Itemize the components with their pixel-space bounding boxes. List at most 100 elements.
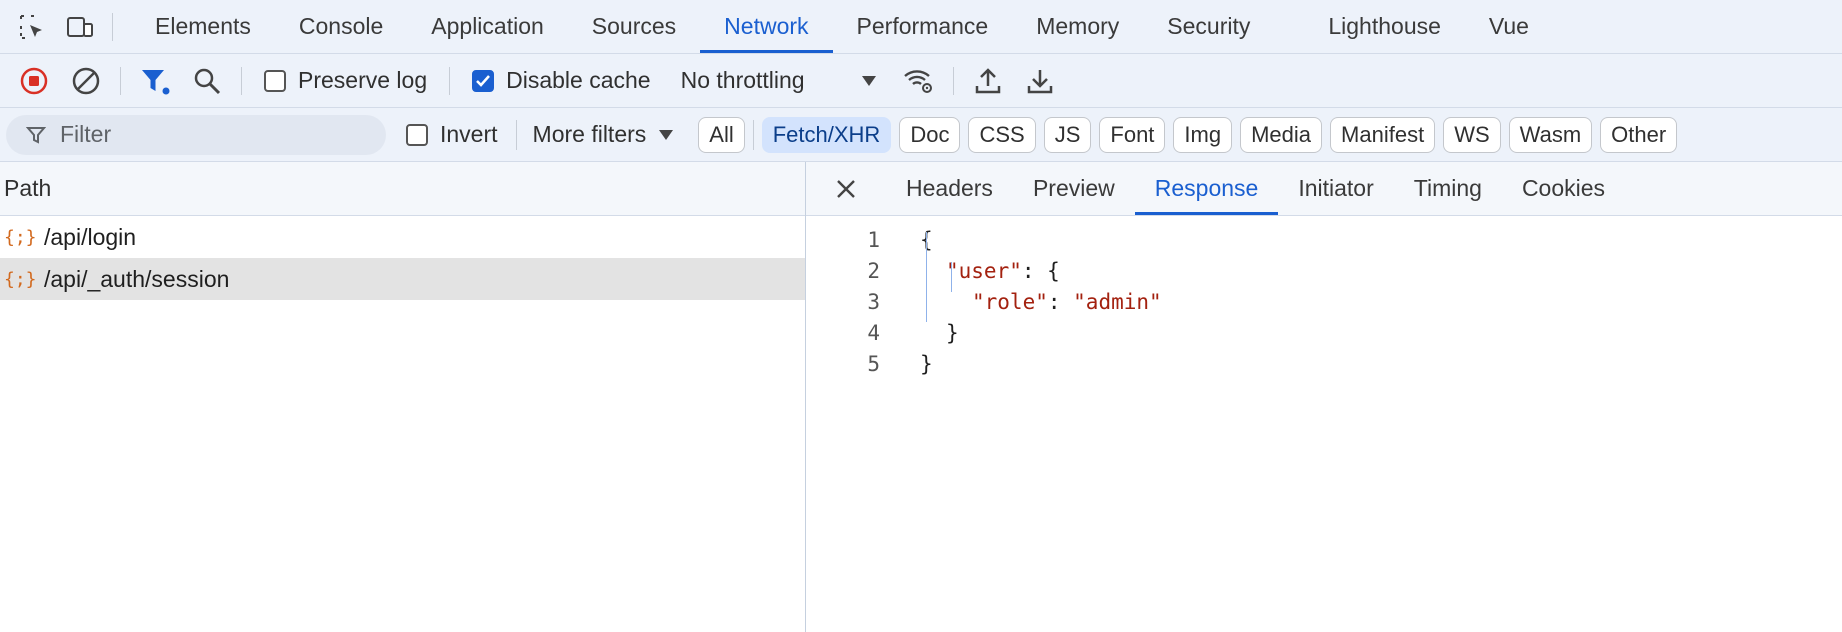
toolbar-divider bbox=[112, 12, 113, 41]
tab-security[interactable]: Security bbox=[1143, 0, 1274, 53]
device-toolbar-icon[interactable] bbox=[56, 0, 104, 54]
type-filter-doc[interactable]: Doc bbox=[899, 116, 961, 153]
line-number: 3 bbox=[867, 289, 880, 314]
devtools-tool-icons bbox=[0, 0, 104, 53]
invert-label: Invert bbox=[440, 121, 498, 147]
code-line: 1 { bbox=[806, 224, 1842, 255]
filter-icon bbox=[26, 126, 46, 144]
response-body-viewer[interactable]: 1 { 2 "user": { 3 "role": "admin" 4 } 5 … bbox=[806, 216, 1842, 379]
toolbar-divider bbox=[120, 66, 121, 95]
request-path: /api/_auth/session bbox=[44, 265, 230, 292]
tab-response[interactable]: Response bbox=[1134, 162, 1279, 215]
filter-bar: Filter Invert More filters All Fetch/XHR… bbox=[0, 108, 1842, 162]
type-filter-wasm[interactable]: Wasm bbox=[1508, 116, 1593, 153]
disable-cache-checkbox[interactable]: Disable cache bbox=[458, 67, 664, 94]
code-text: } bbox=[946, 320, 959, 345]
disable-cache-box[interactable] bbox=[472, 69, 495, 92]
panel-tabs: Elements Console Application Sources Net… bbox=[131, 0, 1553, 53]
tab-console[interactable]: Console bbox=[275, 0, 407, 53]
request-path: /api/login bbox=[44, 223, 137, 250]
tab-memory[interactable]: Memory bbox=[1012, 0, 1143, 53]
upload-icon bbox=[975, 67, 1000, 93]
preserve-log-box[interactable] bbox=[264, 69, 286, 92]
type-filter-js[interactable]: JS bbox=[1043, 116, 1092, 153]
type-filter-other[interactable]: Other bbox=[1600, 116, 1678, 153]
request-detail-panel: Headers Preview Response Initiator Timin… bbox=[806, 162, 1842, 632]
type-filter-manifest[interactable]: Manifest bbox=[1330, 116, 1436, 153]
toolbar-divider bbox=[241, 66, 242, 95]
filter-funnel-icon bbox=[142, 69, 170, 94]
type-filter-font[interactable]: Font bbox=[1099, 116, 1166, 153]
tab-headers[interactable]: Headers bbox=[886, 162, 1013, 215]
record-icon bbox=[20, 67, 48, 94]
code-line: 3 "role": "admin" bbox=[806, 286, 1842, 317]
line-number: 2 bbox=[867, 258, 880, 283]
code-text-user: "user": { bbox=[946, 258, 1060, 283]
type-filter-css[interactable]: CSS bbox=[968, 116, 1036, 153]
clear-button[interactable] bbox=[60, 54, 112, 108]
column-header-path: Path bbox=[4, 175, 52, 201]
indent-guide bbox=[951, 262, 952, 292]
line-number: 4 bbox=[867, 320, 880, 345]
tab-lighthouse[interactable]: Lighthouse bbox=[1304, 0, 1465, 53]
tab-preview[interactable]: Preview bbox=[1013, 162, 1135, 215]
detail-tabbar: Headers Preview Response Initiator Timin… bbox=[806, 162, 1842, 216]
type-filter-img[interactable]: Img bbox=[1173, 116, 1233, 153]
line-number: 5 bbox=[867, 351, 880, 376]
throttling-value: No throttling bbox=[680, 67, 805, 93]
close-icon bbox=[837, 179, 855, 198]
throttling-select[interactable]: No throttling bbox=[665, 67, 893, 94]
code-text-role: "role": "admin" bbox=[972, 289, 1162, 314]
inspect-element-icon[interactable] bbox=[8, 0, 56, 54]
code-text: } bbox=[920, 351, 933, 376]
devtools-panel-tabbar: Elements Console Application Sources Net… bbox=[0, 0, 1842, 54]
line-number: 1 bbox=[867, 227, 880, 252]
code-line: 4 } bbox=[806, 317, 1842, 348]
invert-box[interactable] bbox=[406, 123, 428, 146]
filter-divider bbox=[752, 119, 754, 150]
tab-timing[interactable]: Timing bbox=[1394, 162, 1502, 215]
record-stop-button[interactable] bbox=[8, 54, 60, 108]
preserve-log-label: Preserve log bbox=[298, 67, 428, 93]
toolbar-divider bbox=[952, 66, 954, 95]
search-icon bbox=[194, 68, 221, 94]
checkmark-icon bbox=[476, 74, 491, 87]
toolbar-divider bbox=[449, 66, 451, 95]
json-braces-icon: {;} bbox=[4, 268, 37, 290]
tab-cookies[interactable]: Cookies bbox=[1502, 162, 1625, 215]
download-icon bbox=[1027, 69, 1052, 93]
tab-vue[interactable]: Vue bbox=[1465, 0, 1553, 53]
tab-initiator[interactable]: Initiator bbox=[1278, 162, 1393, 215]
request-list-header[interactable]: Path bbox=[0, 162, 805, 216]
type-filter-fetch-xhr[interactable]: Fetch/XHR bbox=[761, 116, 892, 153]
network-conditions-button[interactable] bbox=[893, 54, 945, 108]
network-main-split: Path {;} /api/login {;} /api/_auth/sessi… bbox=[0, 162, 1842, 632]
invert-checkbox[interactable]: Invert bbox=[386, 121, 512, 148]
type-filter-all[interactable]: All bbox=[698, 116, 745, 153]
request-row[interactable]: {;} /api/login bbox=[0, 216, 805, 258]
tab-network[interactable]: Network bbox=[700, 0, 833, 53]
export-har-button[interactable] bbox=[1014, 54, 1066, 108]
more-filters-dropdown[interactable]: More filters bbox=[517, 121, 691, 148]
tab-performance[interactable]: Performance bbox=[833, 0, 1013, 53]
tab-application[interactable]: Application bbox=[407, 0, 568, 53]
wifi-settings-icon bbox=[903, 69, 932, 93]
dropdown-arrow-icon bbox=[861, 75, 876, 86]
disable-cache-label: Disable cache bbox=[506, 67, 651, 93]
code-line: 5 } bbox=[806, 348, 1842, 379]
filter-toggle-button[interactable] bbox=[129, 54, 181, 108]
import-har-button[interactable] bbox=[962, 54, 1014, 108]
filter-input[interactable]: Filter bbox=[6, 114, 386, 155]
code-line: 2 "user": { bbox=[806, 255, 1842, 286]
preserve-log-checkbox[interactable]: Preserve log bbox=[250, 67, 441, 94]
type-filter-ws[interactable]: WS bbox=[1443, 116, 1501, 153]
tab-elements[interactable]: Elements bbox=[131, 0, 275, 53]
search-button[interactable] bbox=[181, 54, 233, 108]
tab-sources[interactable]: Sources bbox=[568, 0, 700, 53]
type-filter-media[interactable]: Media bbox=[1240, 116, 1323, 153]
request-list-panel: Path {;} /api/login {;} /api/_auth/sessi… bbox=[0, 162, 806, 632]
indent-guide bbox=[926, 232, 927, 322]
close-detail-button[interactable] bbox=[806, 162, 886, 215]
request-row-selected[interactable]: {;} /api/_auth/session bbox=[0, 258, 805, 300]
filter-placeholder: Filter bbox=[60, 121, 112, 147]
